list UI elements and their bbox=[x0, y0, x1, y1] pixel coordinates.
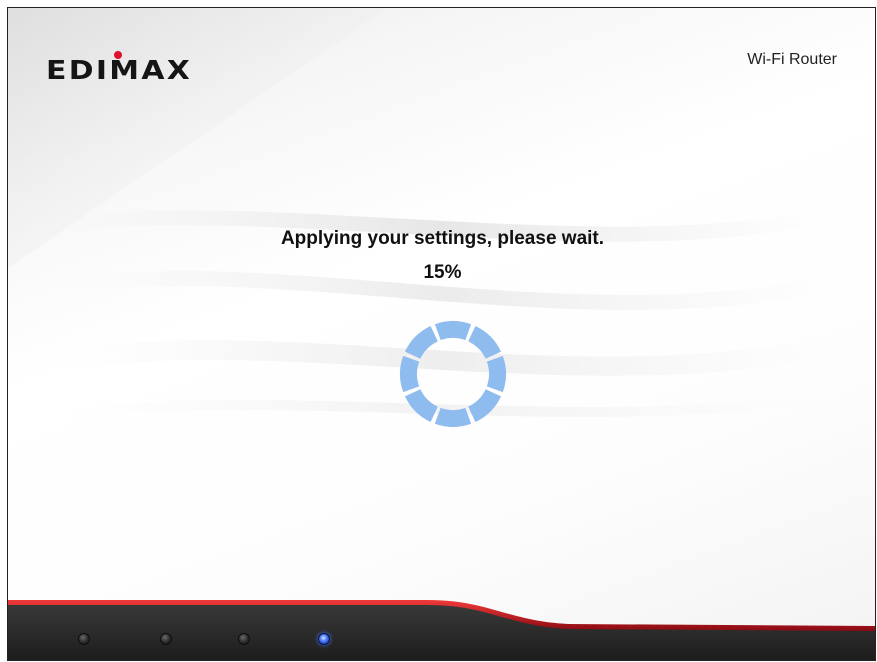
logo-red-dot bbox=[114, 51, 122, 59]
wireless-led bbox=[160, 633, 172, 645]
progress-percent: 15% bbox=[423, 262, 462, 283]
spinner-segment bbox=[434, 407, 472, 427]
spinner-segment bbox=[400, 355, 420, 393]
device-base-bar bbox=[8, 600, 875, 660]
spinner-segment bbox=[486, 355, 506, 393]
spinner-segment bbox=[434, 321, 472, 341]
lan-led bbox=[238, 633, 250, 645]
edimax-logo: EDIMAX bbox=[46, 46, 196, 86]
spinner-segment bbox=[468, 389, 502, 423]
loading-spinner-icon bbox=[400, 321, 506, 427]
spinner-segment bbox=[404, 325, 438, 359]
brand-wordmark: EDIMAX bbox=[46, 56, 193, 86]
power-led bbox=[78, 633, 90, 645]
setup-wizard-window: EDIMAX Wi-Fi Router Applying your settin… bbox=[7, 7, 876, 661]
spinner-segment bbox=[468, 325, 502, 359]
product-name: Wi-Fi Router bbox=[747, 51, 837, 68]
wps-led bbox=[318, 633, 330, 645]
status-message: Applying your settings, please wait. bbox=[280, 228, 605, 249]
spinner-segment bbox=[404, 389, 438, 423]
